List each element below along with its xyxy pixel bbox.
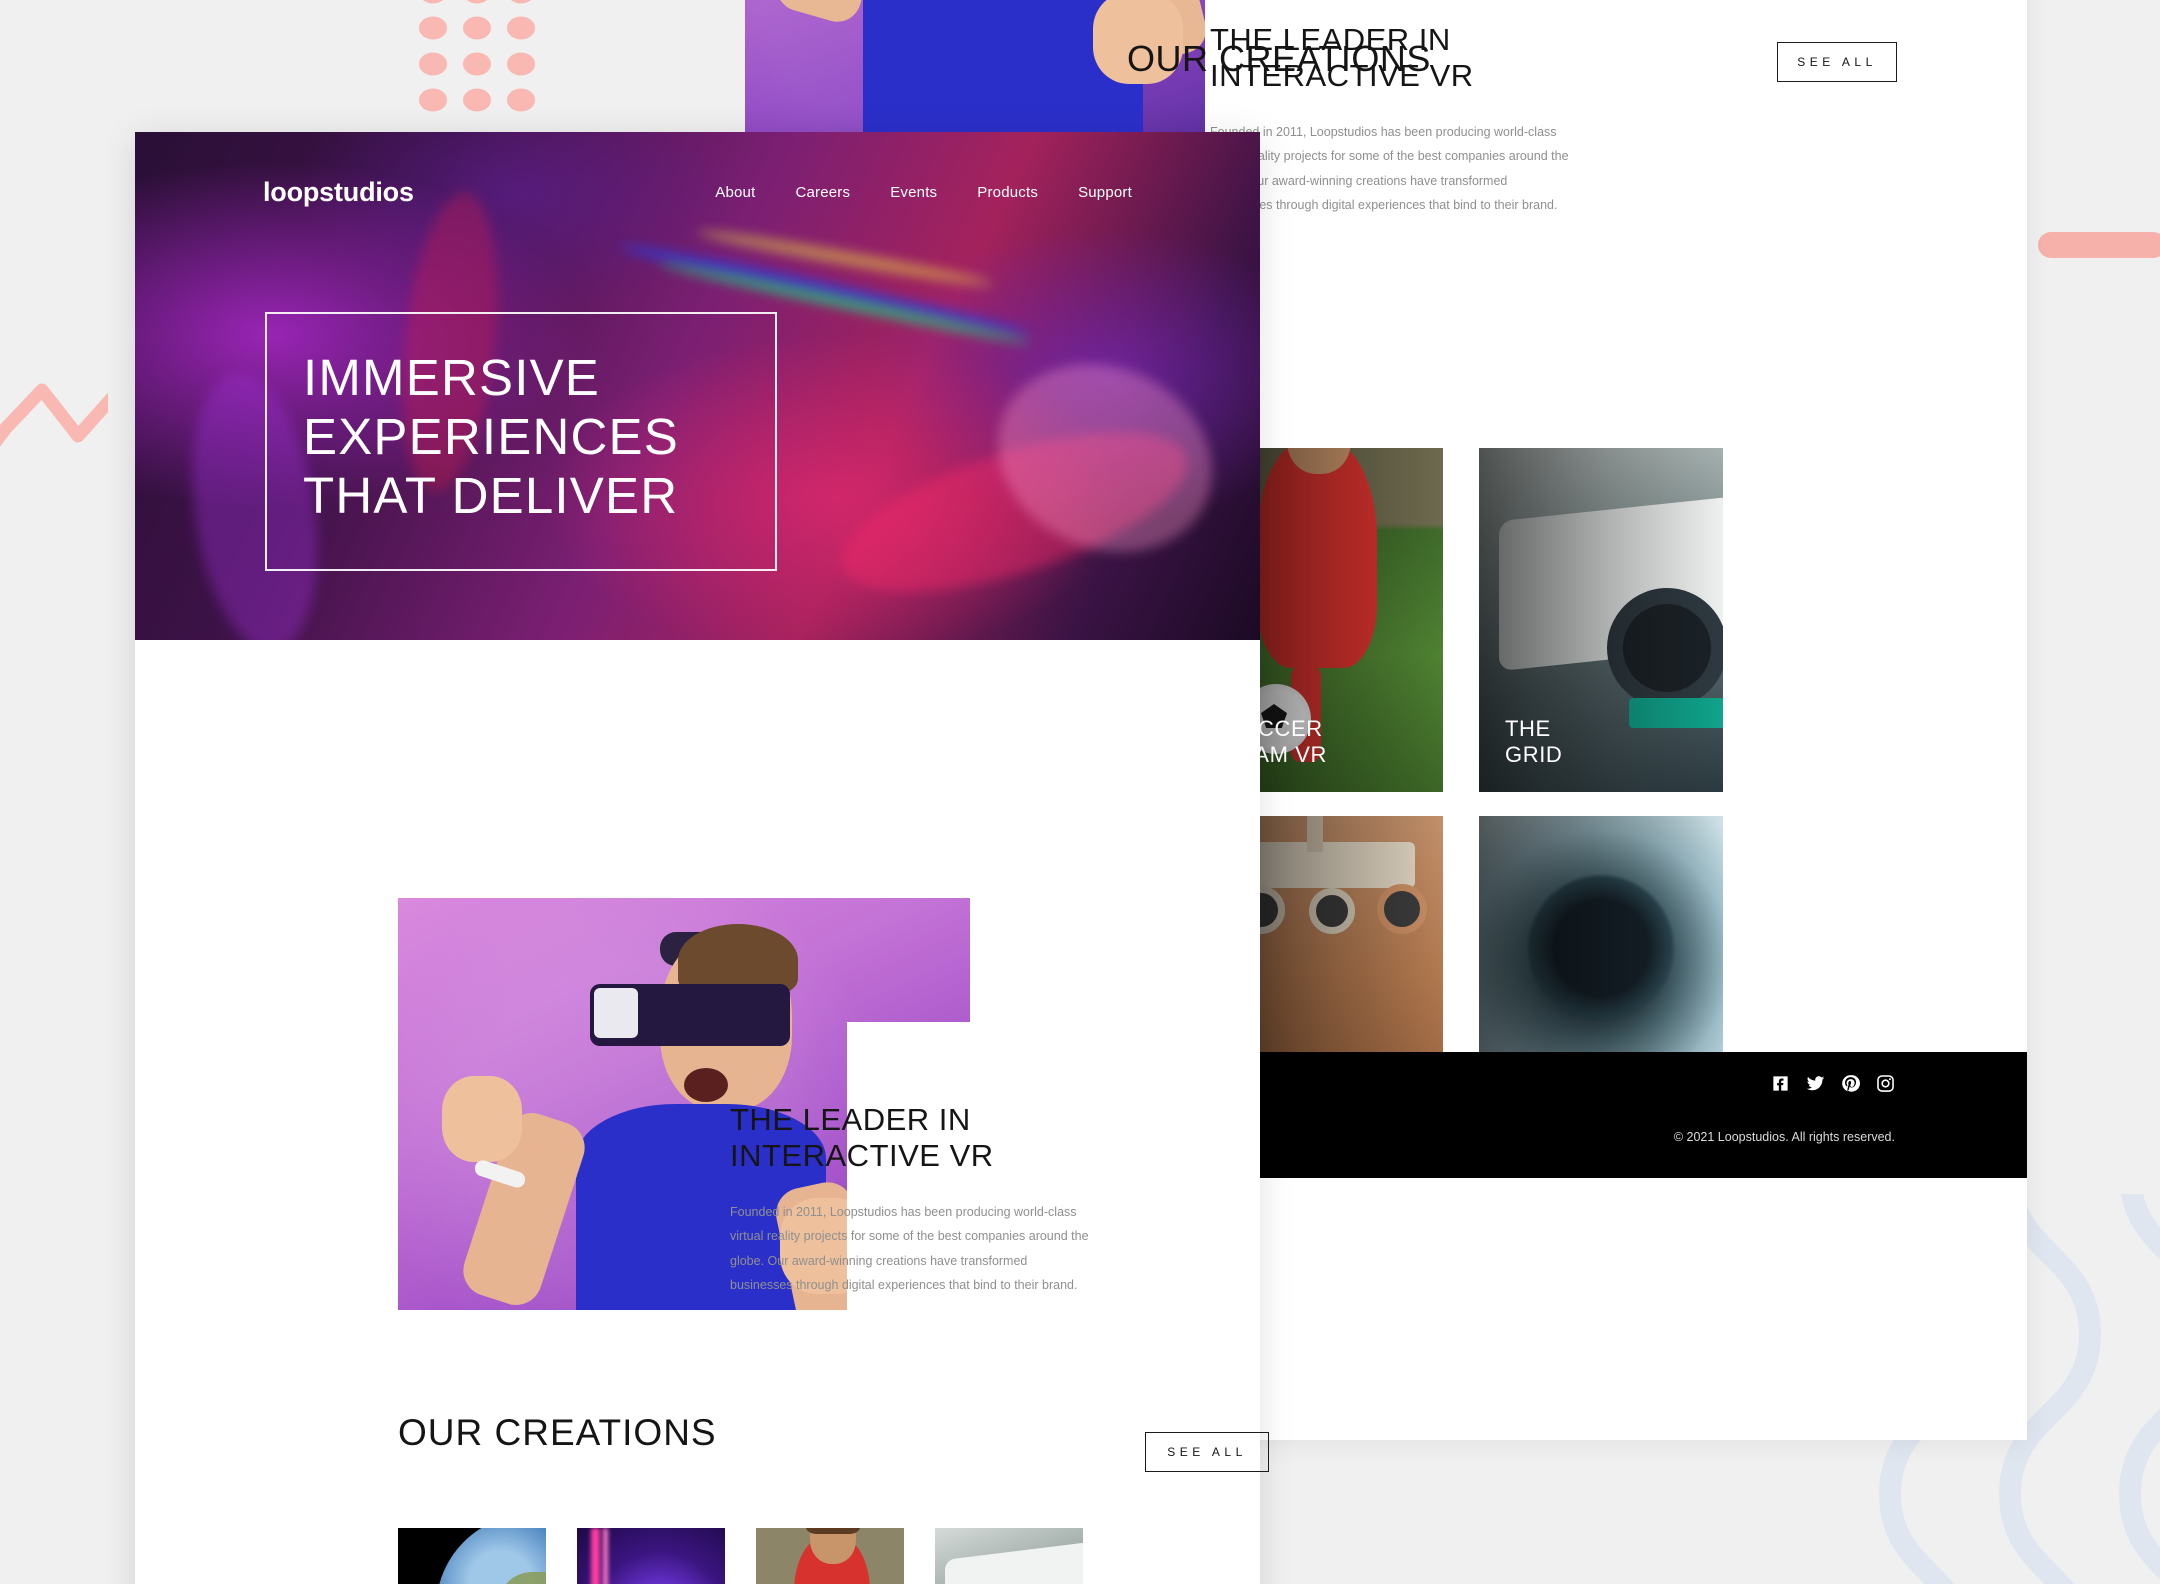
creation-card-the-grid[interactable] — [935, 1528, 1083, 1584]
nav-link-support[interactable]: Support — [1078, 184, 1132, 201]
footer-copyright: © 2021 Loopstudios. All rights reserved. — [1673, 1130, 1895, 1144]
creation-card-soccer-team-vr[interactable] — [756, 1528, 904, 1584]
nav-link-events[interactable]: Events — [890, 184, 937, 201]
pink-dots-decoration — [411, 0, 543, 122]
hero-title-line1: IMMERSIVE — [303, 349, 601, 406]
hero-title-line3: THAT DELIVER — [303, 467, 679, 525]
back-see-all-button[interactable]: SEE ALL — [1777, 42, 1897, 82]
nav-link-products[interactable]: Products — [977, 184, 1038, 201]
navbar: loopstudios About Careers Events Product… — [135, 132, 1260, 252]
card-title-line2: GRID — [1505, 742, 1563, 768]
hero-title: IMMERSIVE EXPERIENCES THAT DELIVER — [303, 348, 739, 525]
see-all-button[interactable]: SEE ALL — [1145, 1432, 1269, 1472]
logo[interactable]: loopstudios — [263, 177, 414, 208]
hero-headline-box: IMMERSIVE EXPERIENCES THAT DELIVER — [265, 312, 777, 572]
nav-link-careers[interactable]: Careers — [795, 184, 850, 201]
pink-zigzag-decoration — [0, 383, 108, 447]
facebook-icon[interactable] — [1771, 1074, 1790, 1093]
leader-title-line2: INTERACTIVE VR — [730, 1137, 994, 1173]
footer-social-list — [1771, 1074, 1895, 1093]
creation-card-deep-earth[interactable] — [398, 1528, 546, 1584]
nav-link-about[interactable]: About — [715, 184, 755, 201]
creations-heading: OUR CREATIONS — [398, 1412, 717, 1453]
twitter-icon[interactable] — [1806, 1074, 1825, 1093]
back-leader-body: Founded in 2011, Loopstudios has been pr… — [1210, 124, 1569, 213]
screenshot-stage: THE LEADER IN INTERACTIVE VR Founded in … — [0, 0, 2160, 1584]
leader-title-line1: THE LEADER IN — [730, 1102, 971, 1137]
leader-body: Founded in 2011, Loopstudios has been pr… — [730, 1204, 1089, 1293]
creation-card-the-grid[interactable]: THE GRID — [1479, 448, 1723, 792]
pinterest-icon[interactable] — [1841, 1074, 1860, 1093]
hero-title-line2: EXPERIENCES — [303, 408, 679, 466]
instagram-icon[interactable] — [1876, 1074, 1895, 1093]
back-creations-heading: OUR CREATIONS — [1127, 38, 1431, 79]
pink-pill-decoration — [2038, 232, 2160, 258]
card-title-line1: THE — [1505, 716, 1551, 742]
creations-row — [398, 1528, 1083, 1584]
creation-card-night-arcade[interactable] — [577, 1528, 725, 1584]
nav-links: About Careers Events Products Support — [715, 184, 1132, 201]
foreground-page-panel: loopstudios About Careers Events Product… — [135, 132, 1269, 1584]
hero-section: loopstudios About Careers Events Product… — [135, 132, 1260, 640]
leader-section: THE LEADER IN INTERACTIVE VR Founded in … — [730, 1102, 1090, 1297]
